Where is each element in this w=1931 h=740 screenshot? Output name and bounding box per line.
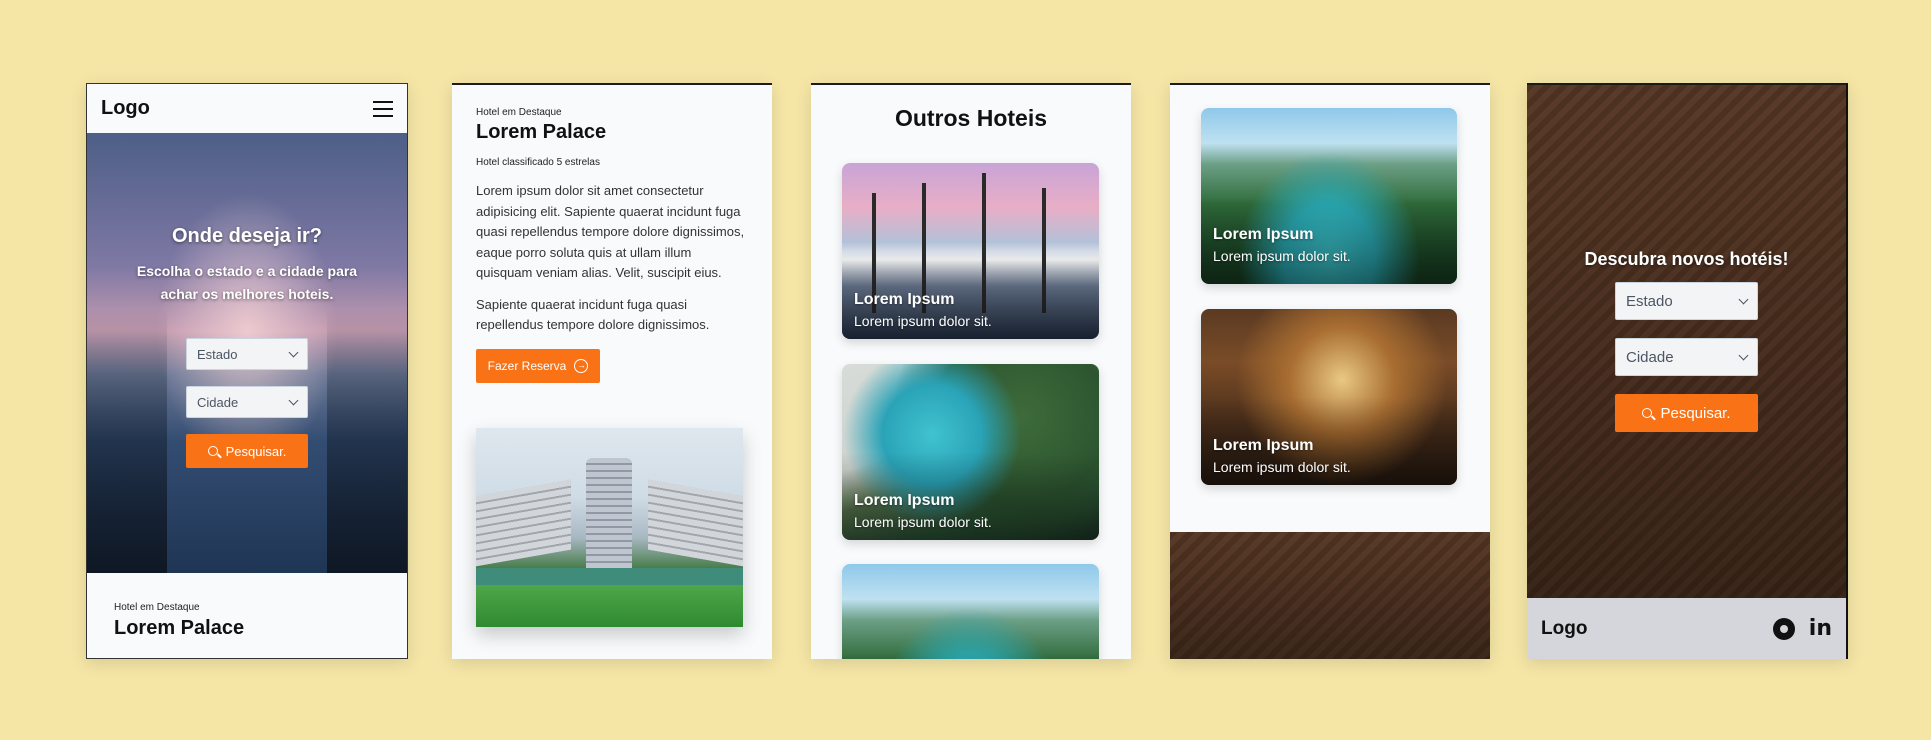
social-links: in — [1772, 616, 1832, 641]
chevron-down-icon — [288, 347, 299, 357]
search-button[interactable]: Pesquisar. — [1615, 394, 1758, 432]
featured-label: Hotel em Destaque — [114, 602, 200, 613]
footer: Logo in — [1527, 598, 1846, 659]
hotel-card[interactable] — [842, 564, 1099, 659]
mobile-panel-discover: Descubra novos hotéis! Estado Cidade Pes… — [1527, 83, 1848, 659]
chevron-down-icon — [1738, 294, 1749, 304]
search-button-label: Pesquisar. — [1660, 404, 1731, 422]
hotel-card[interactable]: Lorem Ipsum Lorem ipsum dolor sit. — [842, 163, 1099, 339]
search-icon — [1642, 408, 1653, 418]
reserve-button-label: Fazer Reserva — [487, 358, 567, 373]
card-subtitle: Lorem ipsum dolor sit. — [1213, 248, 1351, 264]
linkedin-icon[interactable]: in — [1809, 616, 1832, 641]
footer-logo[interactable]: Logo — [1541, 618, 1587, 640]
logo[interactable]: Logo — [101, 97, 150, 120]
hotel-rating: Hotel classificado 5 estrelas — [476, 157, 600, 168]
hero-title: Onde deseja ir? — [171, 225, 323, 247]
menu-icon[interactable] — [373, 100, 393, 117]
mobile-panel-other-hotels: Outros Hoteis Lorem Ipsum Lorem ipsum do… — [811, 83, 1131, 659]
state-select[interactable]: Estado — [186, 338, 308, 370]
mobile-panel-home: Logo Onde deseja ir? Escolha o estado e … — [86, 83, 408, 659]
chevron-down-icon — [1738, 350, 1749, 360]
hero-title: Descubra novos hotéis! — [1584, 249, 1789, 269]
city-select-value: Cidade — [1626, 348, 1674, 366]
card-title: Lorem Ipsum — [854, 492, 955, 509]
mobile-panel-featured-hotel: Hotel em Destaque Lorem Palace Hotel cla… — [452, 83, 772, 659]
city-select-value: Cidade — [197, 394, 239, 410]
hero-image — [1170, 532, 1490, 659]
hero-section: Onde deseja ir? Escolha o estado e a cid… — [87, 133, 407, 573]
arrow-right-circle-icon: → — [574, 358, 589, 373]
card-subtitle: Lorem ipsum dolor sit. — [1213, 459, 1351, 475]
hotel-card[interactable]: Lorem Ipsum Lorem ipsum dolor sit. — [1201, 309, 1457, 485]
hotel-card[interactable]: Lorem Ipsum Lorem ipsum dolor sit. — [1201, 108, 1457, 284]
state-select-value: Estado — [1626, 292, 1673, 310]
hotel-title: Lorem Palace — [476, 121, 607, 143]
search-button-label: Pesquisar. — [225, 443, 287, 459]
card-title: Lorem Ipsum — [854, 291, 955, 308]
card-title: Lorem Ipsum — [1213, 437, 1314, 454]
navbar: Logo — [87, 84, 407, 133]
reserve-button[interactable]: Fazer Reserva → — [476, 348, 600, 383]
featured-hotel-preview: Hotel em Destaque Lorem Palace — [114, 602, 244, 640]
mobile-panel-hotel-list: Lorem Ipsum Lorem ipsum dolor sit. Lorem… — [1170, 83, 1490, 659]
section-heading: Outros Hoteis — [894, 105, 1048, 131]
card-subtitle: Lorem ipsum dolor sit. — [854, 313, 992, 329]
state-select-value: Estado — [197, 346, 238, 362]
search-icon — [207, 446, 218, 456]
hero-section: Descubra novos hotéis! Estado Cidade Pes… — [1527, 85, 1846, 598]
hotel-description: Lorem ipsum dolor sit amet consectetur a… — [476, 183, 745, 280]
card-title: Lorem Ipsum — [1213, 226, 1314, 243]
featured-hotel-name: Lorem Palace — [114, 617, 245, 639]
hero-subtitle: Escolha o estado e a cidade para achar o… — [136, 263, 358, 302]
city-select[interactable]: Cidade — [186, 386, 308, 418]
chevron-down-icon — [288, 395, 299, 405]
hotel-card[interactable]: Lorem Ipsum Lorem ipsum dolor sit. — [842, 364, 1099, 540]
card-subtitle: Lorem ipsum dolor sit. — [854, 514, 992, 530]
github-icon[interactable] — [1772, 617, 1795, 640]
hotel-description-secondary: Sapiente quaerat incidunt fuga quasi rep… — [476, 296, 710, 333]
state-select[interactable]: Estado — [1615, 282, 1758, 320]
hotel-image — [476, 428, 743, 627]
city-select[interactable]: Cidade — [1615, 338, 1758, 376]
search-button[interactable]: Pesquisar. — [186, 434, 308, 468]
featured-label: Hotel em Destaque — [476, 107, 562, 118]
